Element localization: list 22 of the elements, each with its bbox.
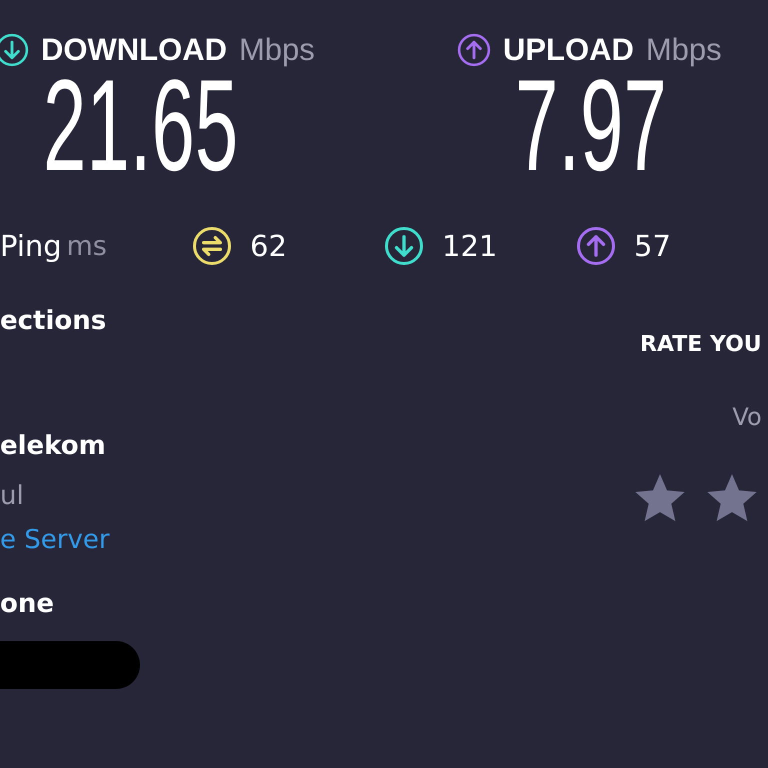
latency-value: 57 <box>634 229 671 263</box>
arrow-up-circle-icon <box>576 226 616 266</box>
unit-label: Mbps <box>646 32 722 68</box>
speed-value: 21.65 <box>43 70 238 180</box>
unit-label: ms <box>66 230 108 262</box>
provider-name: elekom <box>0 431 106 461</box>
arrow-down-circle-icon <box>384 226 424 266</box>
arrow-up-circle-icon <box>456 33 491 67</box>
ping-label: Ping <box>0 229 63 263</box>
speed-value: 7.97 <box>514 70 667 180</box>
location-text: ul <box>0 481 24 511</box>
metric-label: DOWNLOAD <box>41 32 227 68</box>
section-heading: one <box>0 589 54 619</box>
rating-title: RATE YOU <box>640 332 762 357</box>
rating-subtitle: Vo <box>732 403 762 431</box>
arrows-exchange-icon <box>192 226 232 266</box>
latency-value: 62 <box>250 229 287 263</box>
section-heading: ections <box>0 306 106 336</box>
unit-label: Mbps <box>238 32 315 68</box>
change-server-link[interactable]: e Server <box>0 525 110 555</box>
latency-value: 121 <box>442 229 498 263</box>
metric-label: UPLOAD <box>502 32 634 68</box>
